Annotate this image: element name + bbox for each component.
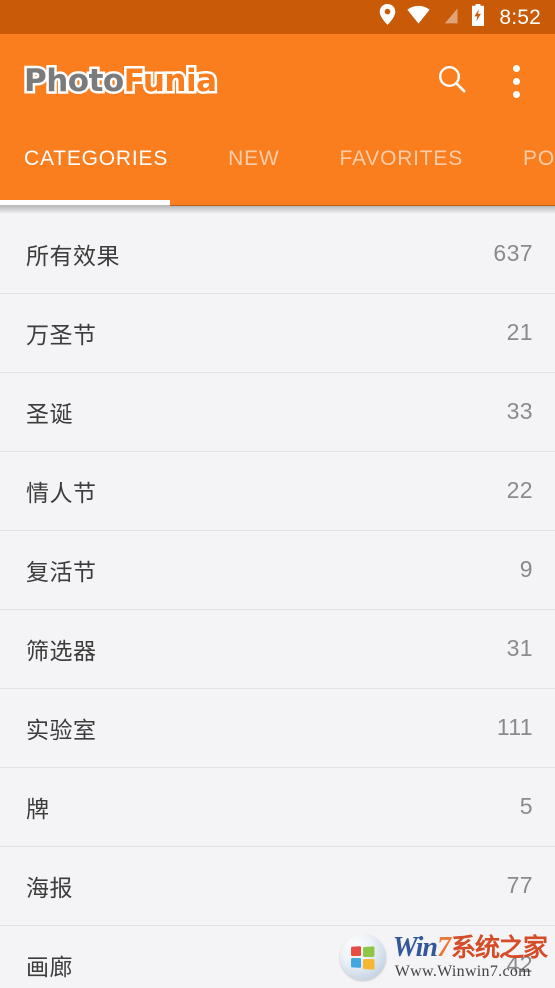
overflow-menu-button[interactable] [497,59,535,103]
search-icon [436,63,468,100]
table-row[interactable]: 画廊 42 [0,925,555,988]
status-bar-clock: 8:52 [499,5,541,29]
category-count: 9 [519,556,533,582]
status-bar: 8:52 [0,0,555,34]
battery-charging-icon [471,3,485,31]
category-name: 圣诞 [26,401,73,428]
app-logo: PhotoFunia [22,62,220,99]
category-count: 111 [496,714,533,740]
logo-text-photo: Photo [22,62,127,99]
category-count: 42 [506,951,533,977]
table-row[interactable]: 海报 77 [0,846,555,925]
app-bar-actions [433,59,535,103]
tab-popular[interactable]: POPULAR [523,128,555,190]
wifi-icon [407,5,430,29]
category-name: 海报 [26,875,73,902]
table-row[interactable]: 所有效果 637 [0,214,555,293]
category-name: 牌 [26,796,50,823]
category-name: 画廊 [26,954,73,981]
table-row[interactable]: 圣诞 33 [0,372,555,451]
tab-bar: CATEGORIES NEW FAVORITES POPULAR [0,128,555,206]
category-name: 实验室 [26,717,97,744]
location-pin-icon [379,4,396,30]
category-list: 所有效果 637 万圣节 21 圣诞 33 情人节 22 复活节 9 筛选器 3… [0,214,555,988]
category-name: 筛选器 [26,638,97,665]
table-row[interactable]: 筛选器 31 [0,609,555,688]
app-screen: 8:52 PhotoFunia CATEGORIES NEW FAVORITES… [0,0,555,988]
tab-categories[interactable]: CATEGORIES [24,128,168,190]
table-row[interactable]: 实验室 111 [0,688,555,767]
category-count: 22 [506,477,533,503]
category-count: 637 [493,240,533,266]
table-row[interactable]: 复活节 9 [0,530,555,609]
logo-text-funia: Funia [121,62,219,99]
tab-favorites[interactable]: FAVORITES [340,128,464,190]
category-name: 万圣节 [26,322,97,349]
category-count: 21 [506,319,533,345]
app-bar-shadow [0,205,555,214]
more-vertical-icon [512,64,520,98]
signal-off-icon [441,4,460,30]
category-name: 情人节 [26,480,97,507]
category-count: 77 [506,872,533,898]
category-count: 31 [506,635,533,661]
table-row[interactable]: 情人节 22 [0,451,555,530]
category-name: 复活节 [26,559,97,586]
tab-new[interactable]: NEW [228,128,279,190]
table-row[interactable]: 万圣节 21 [0,293,555,372]
search-button[interactable] [433,59,471,103]
category-name: 所有效果 [26,243,120,270]
table-row[interactable]: 牌 5 [0,767,555,846]
category-count: 33 [506,398,533,424]
app-bar: PhotoFunia [0,34,555,128]
category-count: 5 [519,793,533,819]
